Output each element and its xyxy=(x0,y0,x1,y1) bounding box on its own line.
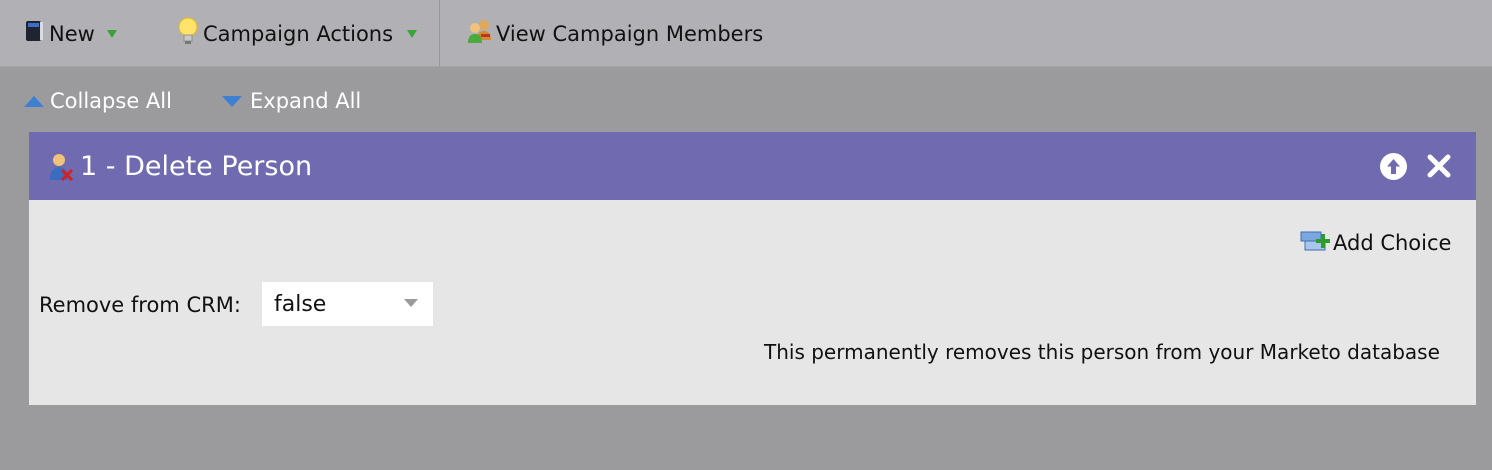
close-icon xyxy=(1427,154,1451,178)
remove-from-crm-value: false xyxy=(274,291,327,317)
flow-step-header[interactable]: 1 - Delete Person xyxy=(29,132,1476,200)
move-up-button[interactable] xyxy=(1380,153,1407,180)
remove-from-crm-select[interactable]: false xyxy=(262,282,433,326)
campaign-actions-button[interactable]: Campaign Actions xyxy=(177,0,418,67)
expand-all-button[interactable]: Expand All xyxy=(222,84,361,118)
campaign-actions-label: Campaign Actions xyxy=(203,21,394,46)
triangle-up-icon xyxy=(24,95,44,107)
view-campaign-members-button[interactable]: View Campaign Members xyxy=(466,0,763,67)
people-icon xyxy=(466,18,494,49)
expand-all-label: Expand All xyxy=(250,89,362,113)
toolbar-divider xyxy=(439,0,440,67)
close-step-button[interactable] xyxy=(1425,152,1453,180)
new-label: New xyxy=(49,21,95,46)
remove-from-crm-label: Remove from CRM: xyxy=(39,293,241,317)
person-delete-icon xyxy=(48,152,74,186)
arrow-up-circle-icon xyxy=(1387,159,1400,174)
chevron-down-icon xyxy=(106,29,117,38)
add-choice-button[interactable]: Add Choice xyxy=(1300,228,1451,258)
add-choice-label: Add Choice xyxy=(1333,231,1452,255)
book-icon xyxy=(25,19,45,48)
helper-text: This permanently removes this person fro… xyxy=(764,340,1440,364)
collapse-all-label: Collapse All xyxy=(50,89,172,113)
collapse-all-button[interactable]: Collapse All xyxy=(24,84,172,118)
view-campaign-members-label: View Campaign Members xyxy=(496,21,764,46)
chevron-down-icon xyxy=(404,299,418,307)
triangle-down-icon xyxy=(222,95,242,107)
new-button[interactable]: New xyxy=(25,0,117,67)
add-choice-icon xyxy=(1300,228,1330,259)
lightbulb-icon xyxy=(177,17,199,50)
toolbar: New Campaign Actions View Campaign Membe… xyxy=(0,0,1492,67)
flow-step-title: 1 - Delete Person xyxy=(80,150,313,182)
chevron-down-icon xyxy=(407,29,418,38)
flow-step-card: 1 - Delete Person Add Choice Remove from… xyxy=(29,132,1476,405)
